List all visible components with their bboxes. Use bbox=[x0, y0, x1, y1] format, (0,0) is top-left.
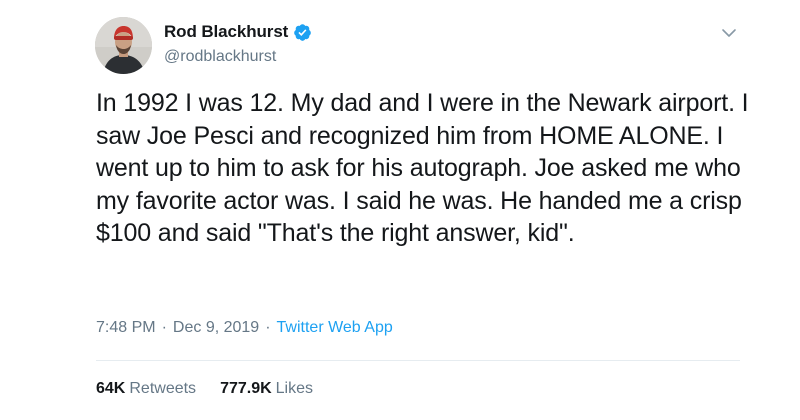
tweet-time[interactable]: 7:48 PM bbox=[96, 319, 156, 337]
author-handle[interactable]: @rodblackhurst bbox=[164, 48, 276, 66]
likes-stat[interactable]: 777.9K Likes bbox=[220, 380, 313, 398]
avatar-image bbox=[95, 17, 152, 74]
chevron-down-icon[interactable] bbox=[721, 26, 737, 38]
tweet-text: In 1992 I was 12. My dad and I were in t… bbox=[96, 89, 749, 247]
avatar[interactable] bbox=[95, 17, 152, 74]
likes-count: 777.9K bbox=[220, 380, 272, 397]
meta-separator: · bbox=[161, 319, 167, 336]
likes-label: Likes bbox=[275, 380, 314, 397]
author-name-row: Rod Blackhurst bbox=[164, 20, 312, 44]
divider bbox=[96, 360, 740, 361]
tweet-meta: 7:48 PM · Dec 9, 2019 · Twitter Web App bbox=[96, 319, 393, 337]
retweets-label: Retweets bbox=[129, 380, 197, 397]
retweets-count: 64K bbox=[96, 380, 126, 397]
verified-badge-icon bbox=[293, 23, 312, 42]
retweets-stat[interactable]: 64K Retweets bbox=[96, 380, 196, 398]
tweet-stats: 64K Retweets 777.9K Likes bbox=[96, 380, 313, 398]
tweet-source-link[interactable]: Twitter Web App bbox=[277, 319, 393, 337]
tweet-date[interactable]: Dec 9, 2019 bbox=[173, 319, 259, 337]
display-name[interactable]: Rod Blackhurst bbox=[164, 22, 288, 42]
tweet-card: Rod Blackhurst @rodblackhurst In 1992 I … bbox=[0, 0, 800, 420]
meta-separator: · bbox=[265, 319, 271, 336]
